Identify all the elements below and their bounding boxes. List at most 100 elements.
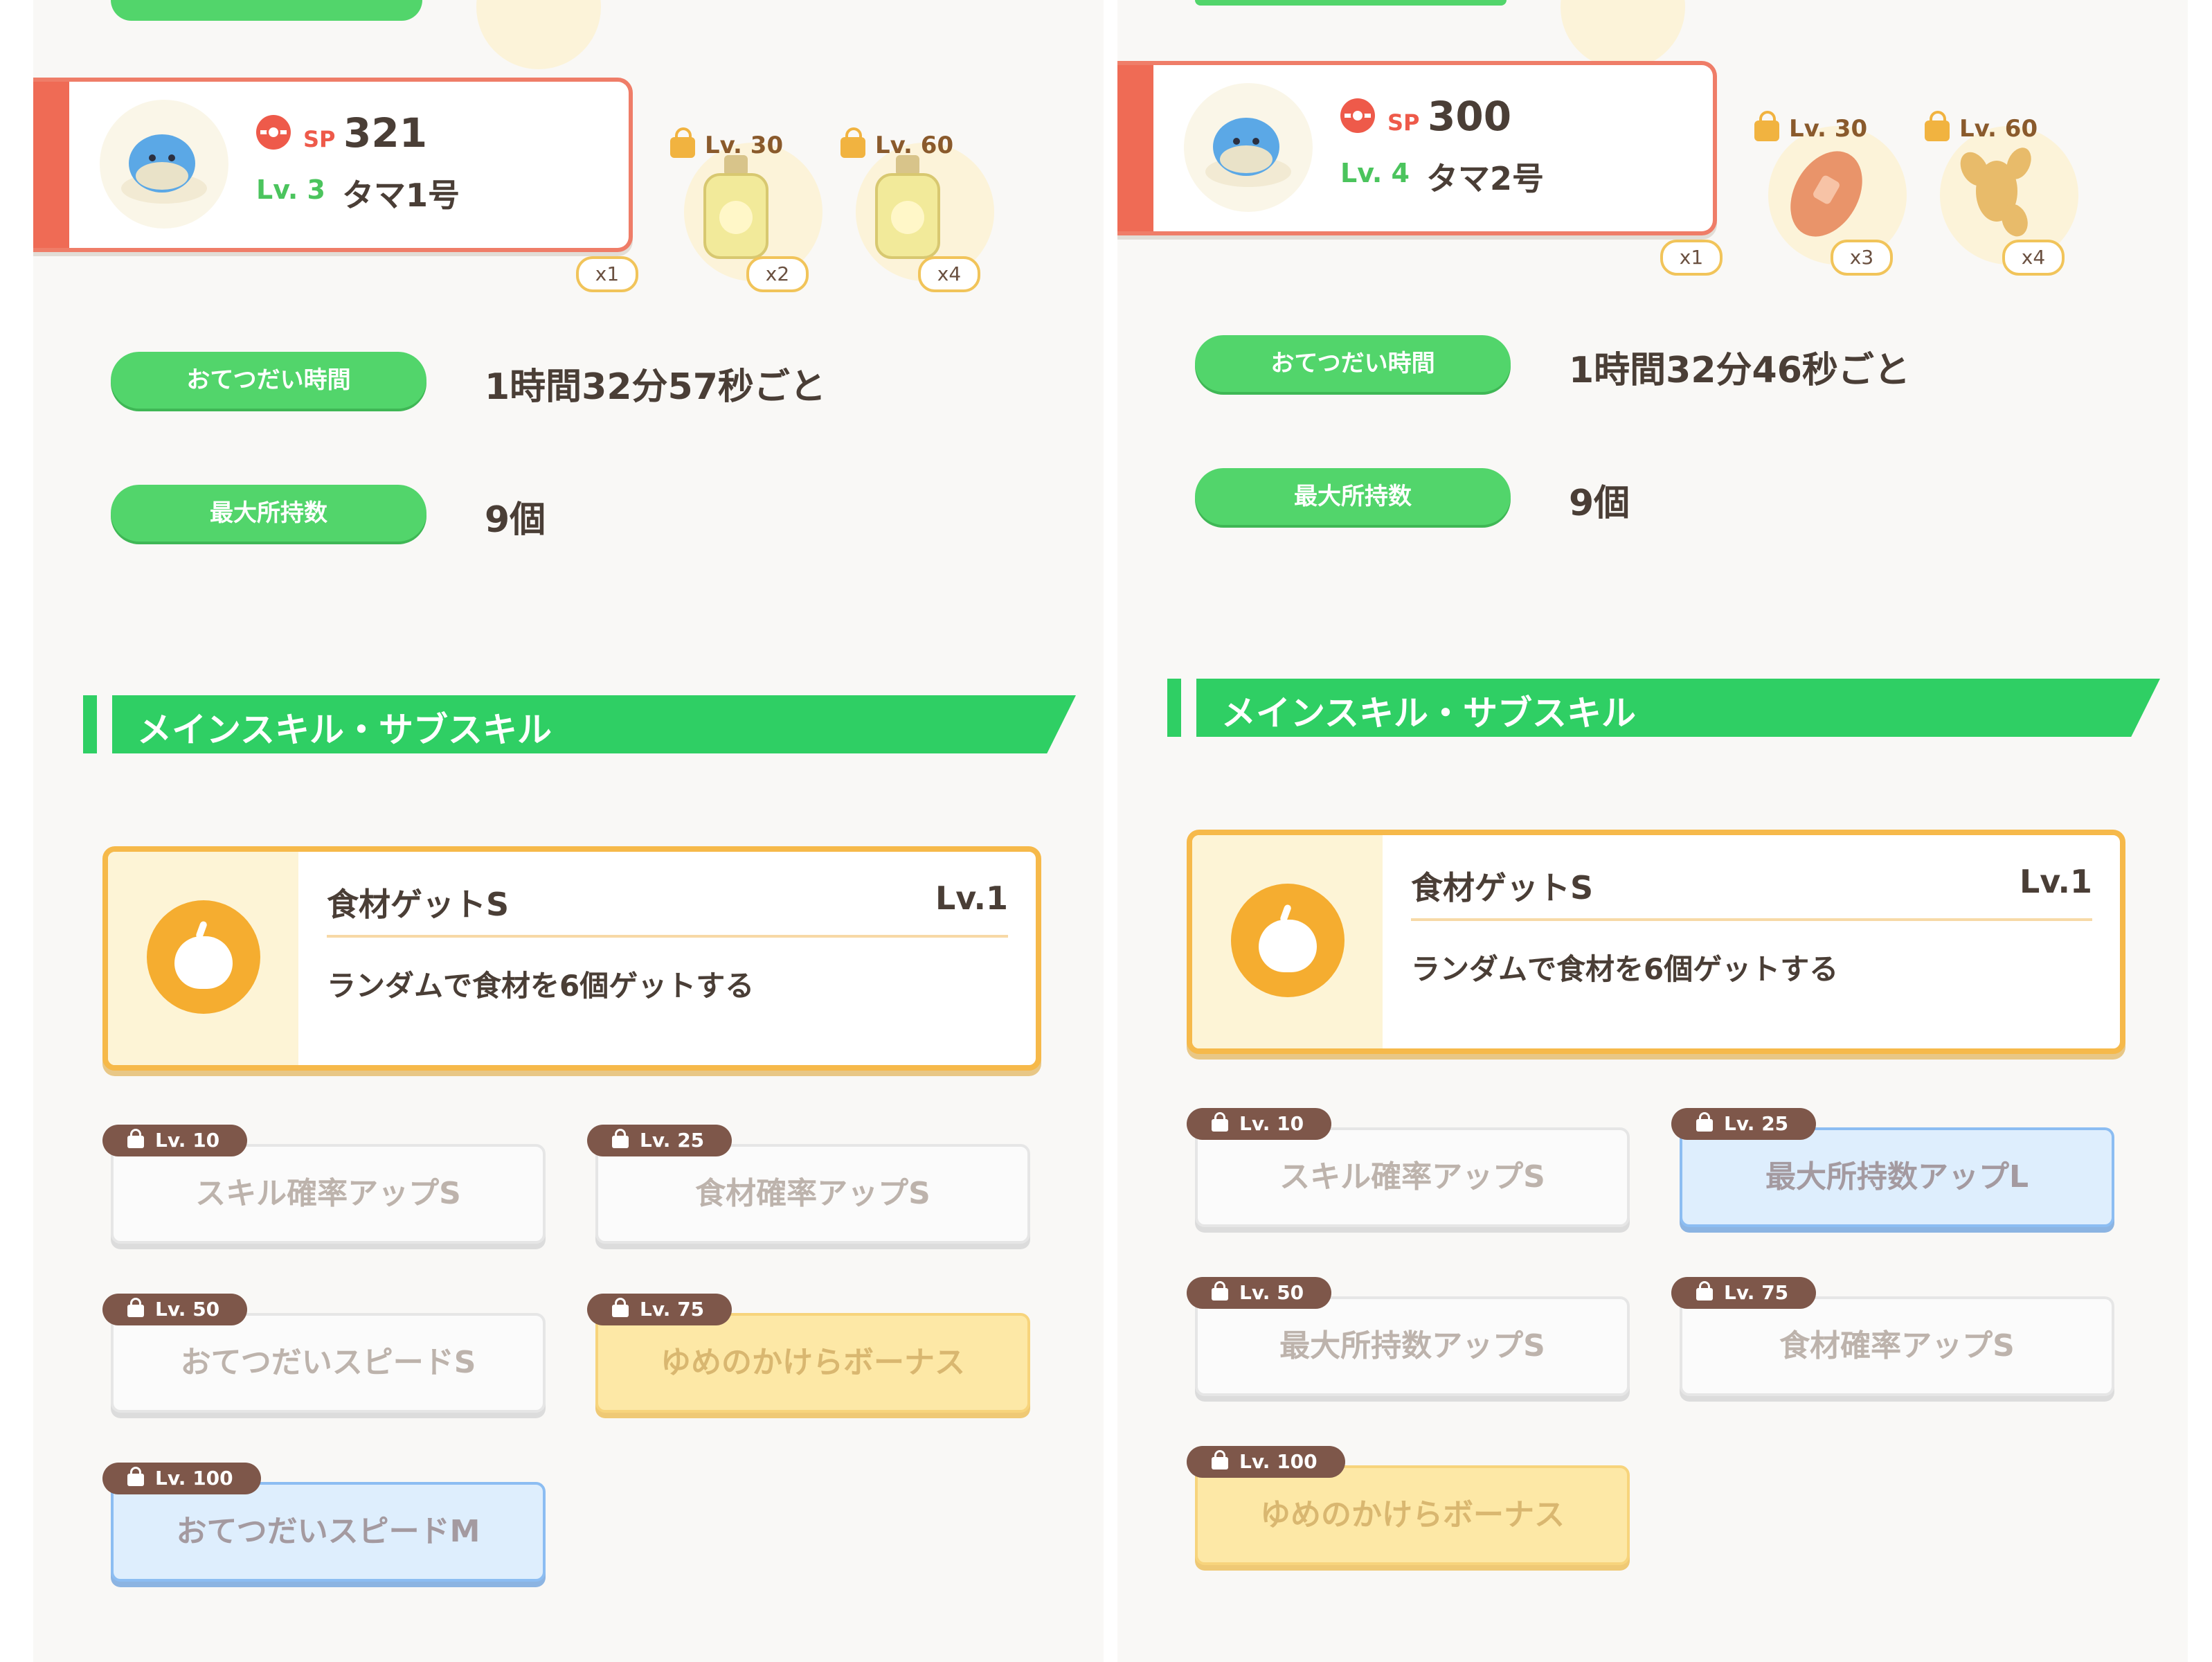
sub-skill-unlock-tag: Lv. 50 [1187,1277,1332,1309]
lock-icon [1696,1112,1713,1132]
sub-skill-unlock-tag: Lv. 25 [1671,1108,1817,1140]
lock-icon [127,1129,144,1148]
max-carry-label: 最大所持数 [1195,468,1511,525]
sub-skill-button[interactable]: おてつだいスピードM [111,1482,546,1582]
lock-icon [1754,111,1779,141]
sp-label: SP [1387,109,1420,136]
main-skill-level: Lv.1 [935,879,1008,917]
apple-body [174,936,233,989]
unlock-level: Lv. 10 [155,1129,220,1152]
ingredient-qty: x2 [746,256,809,292]
main-skill-name: 食材ゲットS [1411,869,1594,906]
sub-skill-unlock-tag: Lv. 100 [1187,1446,1345,1478]
unlock-level: Lv. 75 [640,1298,705,1321]
help-time-label: おてつだい時間 [1195,335,1511,392]
section-title: メインスキル・サブスキル [1221,693,1636,733]
main-skill-level: Lv.1 [2019,863,2092,900]
sp-icon [256,115,291,150]
pokemon-level: Lv. 4 [1340,158,1410,188]
lock-icon [1212,1450,1228,1469]
sub-skill-unlock-tag: Lv. 100 [102,1463,261,1494]
left-panel: SP 321 Lv. 3 タマ1号 x1 Lv. 30 x2 Lv. 60 x4… [33,0,1104,1662]
sub-skill-button[interactable]: 食材確率アップS [595,1144,1030,1244]
divider [1411,918,2092,921]
ingredient-qty: x4 [918,256,980,292]
main-skill-card[interactable]: 食材ゲットS Lv.1 ランダムで食材を6個ゲットする [1187,830,2125,1054]
unlock-level: Lv. 50 [1239,1281,1304,1304]
unlock-level: Lv. 10 [1239,1112,1304,1135]
main-skill-description: ランダムで食材を6個ゲットする [327,969,755,1003]
unlock-level: Lv. 100 [1239,1450,1318,1473]
right-panel: SP 300 Lv. 4 タマ2号 x1 Lv. 30 x3 Lv. 60 x4… [1117,0,2188,1662]
sub-skill-button[interactable]: 最大所持数アップS [1195,1296,1630,1396]
ginger-icon [1960,148,2031,237]
potato-icon [1790,151,1862,237]
sub-skill-button[interactable]: スキル確率アップS [1195,1127,1630,1227]
max-carry-label: 最大所持数 [111,485,426,542]
ingredient-bubble [476,0,601,69]
section-accent [83,695,97,753]
lock-icon [1212,1112,1228,1132]
unlock-level: Lv. 100 [155,1467,233,1490]
sp-icon [1340,98,1375,133]
help-time-label: おてつだい時間 [111,352,426,409]
spheal-icon [1205,118,1291,187]
ingredient-qty: x4 [2002,240,2065,276]
lock-icon [1696,1281,1713,1301]
sub-skill-button[interactable]: スキル確率アップS [111,1144,546,1244]
sub-skill-unlock-tag: Lv. 75 [587,1294,732,1325]
spheal-icon [121,134,207,204]
sub-skill-button[interactable]: ゆめのかけらボーナス [1195,1465,1630,1565]
pokemon-nickname: タマ1号 [342,177,460,214]
pokemon-avatar [100,100,228,229]
apple-body [1259,920,1317,972]
lock-icon [127,1467,144,1486]
ingredient-qty: x1 [576,256,638,292]
lock-icon [670,127,695,158]
unlock-level: Lv. 25 [1724,1112,1789,1135]
unlock-level: Lv. 75 [1724,1281,1789,1304]
pokemon-header-card[interactable]: SP 321 Lv. 3 タマ1号 [33,78,633,252]
sub-skill-button[interactable]: ゆめのかけらボーナス [595,1313,1030,1413]
help-time-value: 1時間32分46秒ごと [1569,350,1910,391]
max-carry-value: 9個 [1569,483,1630,524]
sp-label: SP [303,126,336,152]
max-carry-value: 9個 [485,499,546,541]
ingredient-bubble [1561,0,1685,69]
section-title: メインスキル・サブスキル [137,710,552,750]
apple-icon [147,900,260,1014]
partial-pill [1195,0,1507,6]
unlock-level: Lv. 50 [155,1298,220,1321]
pokemon-avatar [1184,83,1313,212]
sub-skill-button[interactable]: 食材確率アップS [1680,1296,2114,1396]
pokemon-nickname: タマ2号 [1426,160,1545,197]
lock-icon [1925,111,1950,141]
header-accent-stripe [33,82,69,248]
header-accent-stripe [1117,65,1153,231]
help-time-value: 1時間32分57秒ごと [485,366,826,408]
lock-icon [1212,1281,1228,1301]
apple-icon [1231,884,1345,997]
sub-skill-button[interactable]: 最大所持数アップL [1680,1127,2114,1227]
sub-skill-unlock-tag: Lv. 75 [1671,1277,1817,1309]
lock-icon [612,1298,629,1317]
lock-icon [840,127,865,158]
sub-skill-unlock-tag: Lv. 50 [102,1294,248,1325]
pokemon-level: Lv. 3 [256,175,325,205]
main-skill-card[interactable]: 食材ゲットS Lv.1 ランダムで食材を6個ゲットする [102,846,1041,1071]
pokemon-header-card[interactable]: SP 300 Lv. 4 タマ2号 [1117,61,1717,235]
oil-bottle-icon [875,155,940,259]
main-skill-description: ランダムで食材を6個ゲットする [1411,952,1839,986]
oil-bottle-icon [703,155,768,259]
ingredient-qty: x1 [1660,240,1723,276]
unlock-level: Lv. 25 [640,1129,705,1152]
ingredient-qty: x3 [1831,240,1893,276]
divider [327,935,1008,938]
sp-value: 300 [1428,93,1512,140]
sub-skill-unlock-tag: Lv. 25 [587,1125,732,1156]
sub-skill-button[interactable]: おてつだいスピードS [111,1313,546,1413]
lock-icon [127,1298,144,1317]
lock-icon [612,1129,629,1148]
main-skill-name: 食材ゲットS [327,886,510,923]
sub-skill-unlock-tag: Lv. 10 [102,1125,248,1156]
